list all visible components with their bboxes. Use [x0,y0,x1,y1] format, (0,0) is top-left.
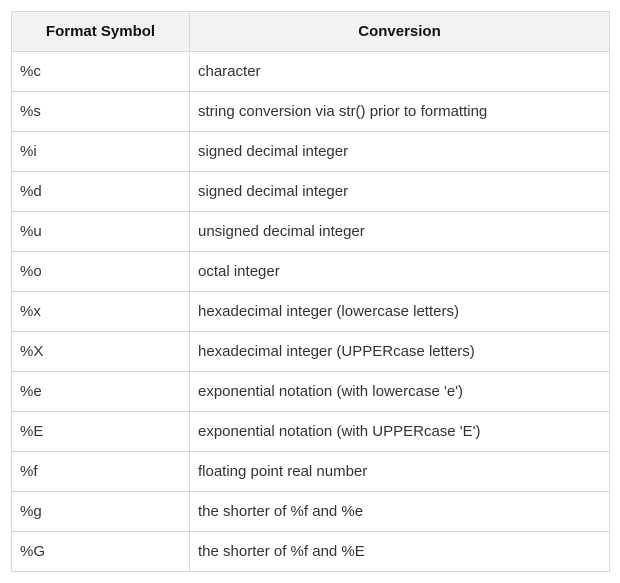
conversion-cell: unsigned decimal integer [189,211,610,252]
conversion-cell: octal integer [189,251,610,292]
table-row: %g the shorter of %f and %e [11,491,610,532]
conversion-cell: signed decimal integer [189,171,610,212]
format-symbol-cell: %g [11,491,190,532]
table-row: %s string conversion via str() prior to … [11,91,610,132]
conversion-cell: string conversion via str() prior to for… [189,91,610,132]
conversion-cell: floating point real number [189,451,610,492]
table-row: %E exponential notation (with UPPERcase … [11,411,610,452]
table-row: %f floating point real number [11,451,610,492]
table-row: %e exponential notation (with lowercase … [11,371,610,412]
format-symbol-cell: %s [11,91,190,132]
format-symbol-cell: %X [11,331,190,372]
format-symbol-cell: %E [11,411,190,452]
table-row: %X hexadecimal integer (UPPERcase letter… [11,331,610,372]
table-row: %o octal integer [11,251,610,292]
format-symbol-cell: %c [11,51,190,92]
table-row: %d signed decimal integer [11,171,610,212]
header-format-symbol: Format Symbol [11,11,190,52]
conversion-cell: the shorter of %f and %e [189,491,610,532]
format-symbol-cell: %f [11,451,190,492]
conversion-cell: exponential notation (with lowercase 'e'… [189,371,610,412]
page: Format Symbol Conversion %c character %s… [0,0,620,583]
format-symbol-cell: %u [11,211,190,252]
conversion-cell: hexadecimal integer (lowercase letters) [189,291,610,332]
conversion-cell: hexadecimal integer (UPPERcase letters) [189,331,610,372]
table-row: %x hexadecimal integer (lowercase letter… [11,291,610,332]
table-body: %c character %s string conversion via st… [11,51,610,572]
conversion-cell: character [189,51,610,92]
format-symbol-cell: %i [11,131,190,172]
format-symbol-table: Format Symbol Conversion %c character %s… [11,11,610,572]
format-symbol-cell: %e [11,371,190,412]
table-row: %i signed decimal integer [11,131,610,172]
conversion-cell: signed decimal integer [189,131,610,172]
header-row: Format Symbol Conversion [11,11,610,52]
table-header: Format Symbol Conversion [11,11,610,52]
table-row: %u unsigned decimal integer [11,211,610,252]
table-row: %G the shorter of %f and %E [11,531,610,572]
format-symbol-cell: %G [11,531,190,572]
table-row: %c character [11,51,610,92]
format-symbol-cell: %d [11,171,190,212]
format-symbol-cell: %o [11,251,190,292]
header-conversion: Conversion [189,11,610,52]
conversion-cell: exponential notation (with UPPERcase 'E'… [189,411,610,452]
conversion-cell: the shorter of %f and %E [189,531,610,572]
format-symbol-cell: %x [11,291,190,332]
